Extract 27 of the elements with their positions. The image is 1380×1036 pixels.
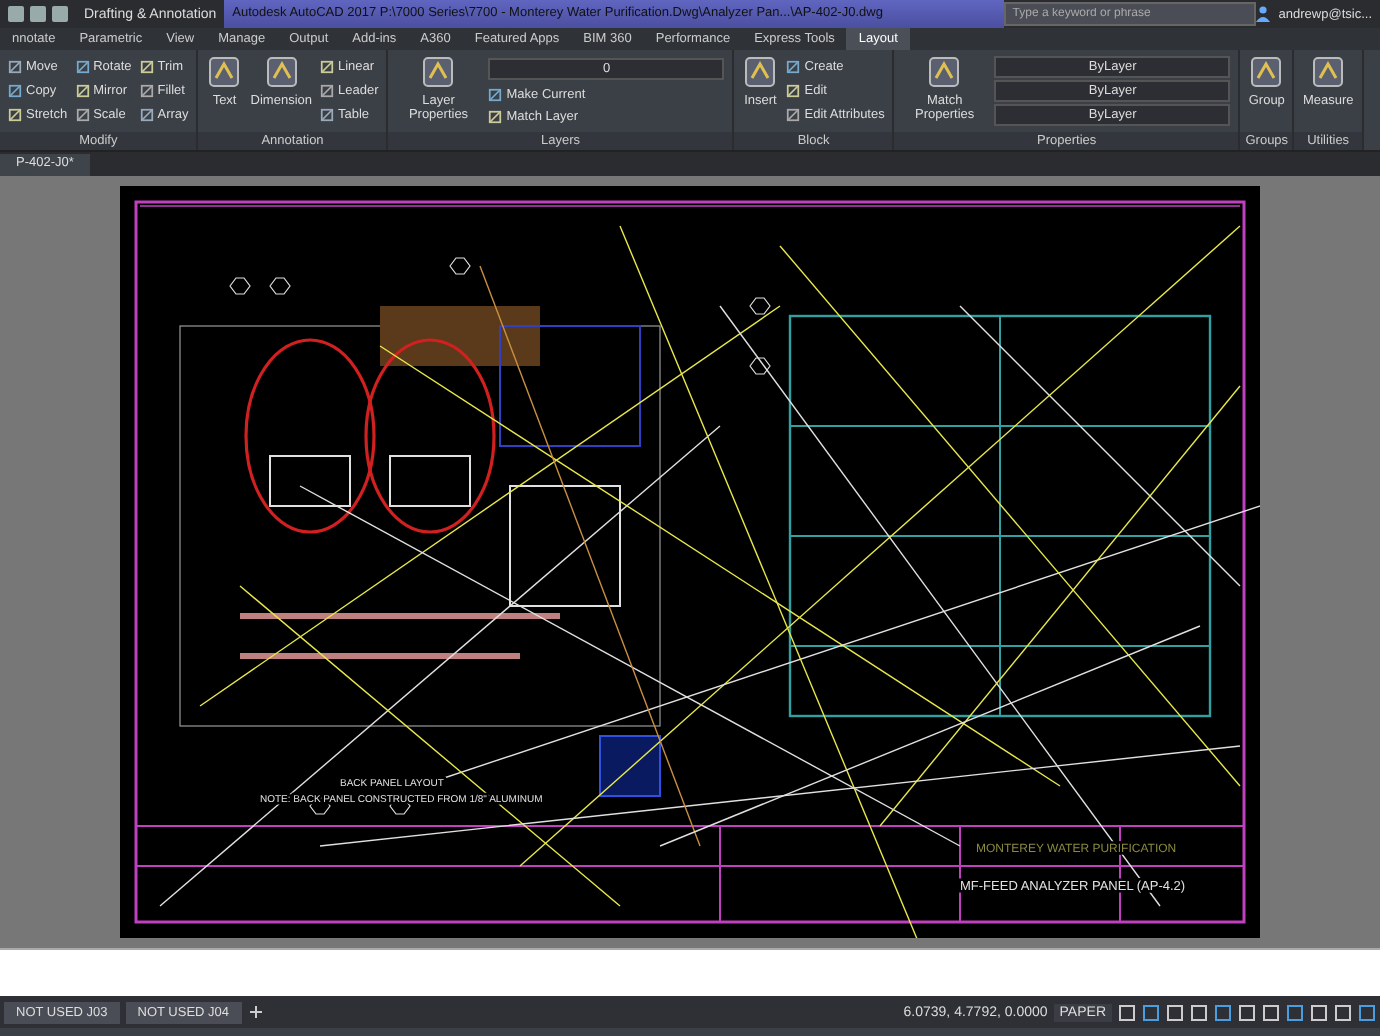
add-icon[interactable] — [247, 1004, 264, 1020]
tool-icon — [1248, 54, 1285, 90]
tool-icon — [75, 83, 90, 98]
tool-icon — [8, 59, 22, 74]
tool-icon — [139, 108, 154, 123]
tool-icon — [263, 54, 300, 90]
tool-icon — [926, 54, 963, 90]
tool-icon — [139, 59, 154, 74]
tool-icon — [206, 54, 243, 90]
tool-icon — [420, 54, 457, 90]
tool-icon — [8, 108, 22, 123]
tool-icon — [75, 108, 90, 123]
tool-icon — [786, 108, 801, 123]
tool-icon — [320, 83, 334, 98]
tool-icon — [488, 88, 503, 102]
tool-icon — [8, 83, 22, 98]
tool-icon — [320, 59, 334, 74]
user-icon — [1256, 6, 1271, 22]
command-line-field[interactable] — [0, 948, 1380, 996]
tool-icon — [488, 110, 503, 124]
tool-icon — [1310, 54, 1347, 90]
tool-icon — [320, 108, 334, 123]
tool-icon — [75, 59, 90, 74]
tool-icon — [139, 83, 154, 98]
tool-icon — [742, 54, 779, 90]
tool-icon — [786, 83, 801, 98]
tool-icon — [786, 59, 801, 74]
